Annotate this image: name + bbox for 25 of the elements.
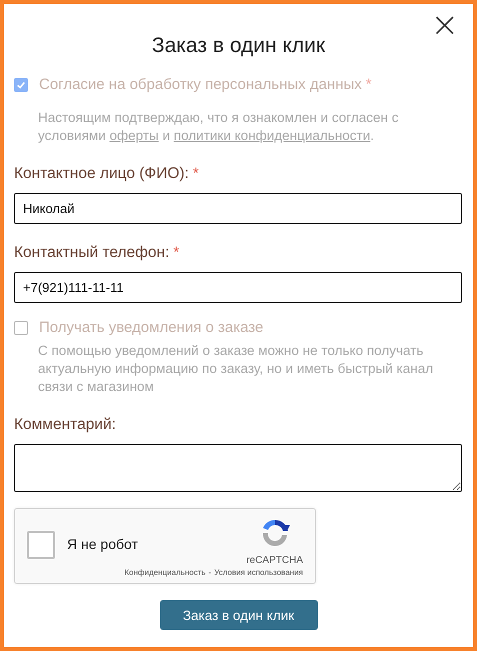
field-label: Контактное лицо (ФИО):	[14, 165, 189, 183]
captcha-label: Я не робот	[67, 536, 138, 552]
dialog-title: Заказ в один клик	[152, 34, 326, 58]
recaptcha-brand: reCAPTCHA	[246, 555, 303, 566]
comment-field[interactable]	[14, 444, 462, 492]
required-mark: *	[173, 244, 180, 262]
consent-label: Согласие на обработку персональных данных	[39, 76, 362, 93]
required-mark: *	[192, 165, 199, 183]
input-field[interactable]: +7(921)111-11-11	[14, 272, 462, 303]
notifications-description: С помощью уведомлений о заказе можно не только получать актуальную информацию по заказу, но и иметь быстрый канал связи с магазином	[38, 342, 434, 396]
input-field[interactable]: Николай	[14, 193, 462, 224]
required-mark: *	[366, 76, 372, 93]
check-icon	[16, 80, 26, 90]
consent-text: Настоящим подтверждаю, что я ознакомлен и согласен с условиями оферты и политики конфиденциальности.	[38, 109, 400, 145]
close-button[interactable]: ×	[430, 10, 459, 40]
field-label: Контактный телефон:	[14, 244, 170, 262]
privacy-link[interactable]: Конфиденциальность	[124, 568, 206, 577]
link-separator: -	[208, 568, 212, 577]
notifications-checkbox[interactable]	[14, 320, 28, 334]
terms-link[interactable]: Условия использования	[214, 568, 303, 577]
submit-button[interactable]: Заказ в один клик	[160, 600, 318, 630]
field-label: Комментарий:	[14, 416, 116, 434]
notifications-label: Получать уведомления о заказе	[39, 319, 264, 336]
consent-checkbox[interactable]	[14, 78, 28, 92]
captcha-checkbox[interactable]	[27, 531, 55, 559]
